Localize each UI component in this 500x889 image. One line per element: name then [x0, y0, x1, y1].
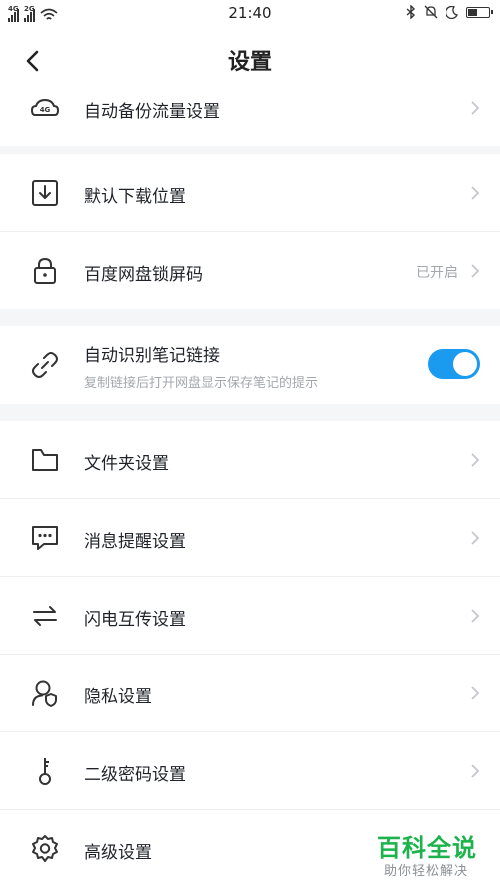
- settings-row-password[interactable]: 二级密码设置: [0, 732, 500, 809]
- row-label: 消息提醒设置: [84, 532, 186, 552]
- lock-icon: [34, 257, 56, 284]
- chevron-right-icon: [471, 186, 480, 200]
- link-icon: [32, 352, 58, 378]
- moon-icon: [446, 5, 458, 19]
- lock-status: 已开启: [416, 265, 458, 281]
- note-link-toggle[interactable]: [428, 349, 480, 379]
- row-label: 隐私设置: [84, 687, 152, 707]
- folder-icon: [32, 449, 58, 471]
- row-label: 闪电互传设置: [84, 610, 186, 630]
- cloud-4g-icon: 4G: [30, 98, 60, 116]
- settings-row-backup-4g[interactable]: 4G 自动备份流量设置: [0, 92, 500, 146]
- chevron-right-icon: [471, 453, 480, 467]
- row-label: 文件夹设置: [84, 454, 169, 474]
- settings-row-note-link: 自动识别笔记链接 复制链接后打开网盘显示保存笔记的提示: [0, 326, 500, 404]
- watermark-logo-text: 百科全说: [377, 834, 477, 862]
- row-sublabel: 复制链接后打开网盘显示保存笔记的提示: [84, 376, 319, 391]
- privacy-icon: [32, 680, 57, 707]
- settings-row-folder[interactable]: 文件夹设置: [0, 421, 500, 498]
- chevron-right-icon: [471, 609, 480, 623]
- watermark-subtitle: 助你轻松解决: [384, 864, 469, 879]
- chevron-right-icon: [471, 101, 480, 115]
- row-label: 二级密码设置: [84, 765, 186, 785]
- chevron-right-icon: [471, 764, 480, 778]
- key-icon: [39, 758, 51, 785]
- settings-row-transfer[interactable]: 闪电互传设置: [0, 577, 500, 654]
- chevron-right-icon: [471, 686, 480, 700]
- bell-muted-icon: [424, 5, 438, 19]
- row-label: 百度网盘锁屏码: [84, 265, 203, 285]
- transfer-arrows-icon: [33, 606, 57, 626]
- download-icon: [32, 180, 58, 206]
- row-label: 默认下载位置: [84, 187, 186, 207]
- svg-text:4G: 4G: [40, 106, 51, 114]
- bluetooth-icon: [406, 5, 416, 19]
- settings-row-lock[interactable]: 百度网盘锁屏码 已开启: [0, 232, 500, 309]
- settings-row-privacy[interactable]: 隐私设置: [0, 655, 500, 731]
- battery-icon: [466, 6, 493, 18]
- status-right-icons: [406, 5, 493, 19]
- message-icon: [32, 526, 58, 550]
- row-label: 自动识别笔记链接: [84, 346, 220, 366]
- row-label: 自动备份流量设置: [84, 102, 220, 122]
- settings-row-download[interactable]: 默认下载位置: [0, 154, 500, 231]
- page-title: 设置: [227, 50, 272, 75]
- gear-icon: [32, 835, 58, 862]
- chevron-right-icon: [471, 264, 480, 278]
- row-label: 高级设置: [84, 843, 152, 863]
- chevron-right-icon: [471, 531, 480, 545]
- settings-row-message[interactable]: 消息提醒设置: [0, 499, 500, 576]
- status-bar: 4G 2G 21:40: [0, 0, 500, 28]
- header: 设置: [0, 28, 500, 92]
